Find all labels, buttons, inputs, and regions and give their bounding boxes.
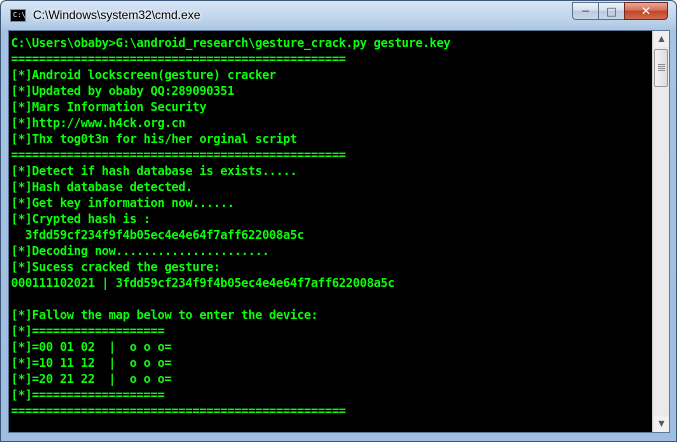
console-line: 3fdd59cf234f9f4b05ec4e4e64f7aff622008a5c <box>11 228 304 242</box>
console-line: [*]Thx tog0t3n for his/her orginal scrip… <box>11 132 297 146</box>
console-line: [*]Fallow the map below to enter the dev… <box>11 308 318 322</box>
minimize-button[interactable]: ─ <box>572 2 598 20</box>
console-line: [*]http://www.h4ck.org.cn <box>11 116 186 130</box>
console-output[interactable]: C:\Users\obaby>G:\android_research\gestu… <box>9 31 652 432</box>
console-line: [*]Crypted hash is : <box>11 212 151 226</box>
console-line: C:\Users\obaby>G:\android_research\gestu… <box>11 36 451 50</box>
scroll-up-arrow-icon[interactable]: ▲ <box>654 31 669 47</box>
console-line: 000111102021 | 3fdd59cf234f9f4b05ec4e4e6… <box>11 276 395 290</box>
title-bar[interactable]: C:\ C:\Windows\system32\cmd.exe ─ □ ✕ <box>1 1 676 31</box>
console-line: [*]Updated by obaby QQ:289090351 <box>11 84 235 98</box>
console-line: [*]=================== <box>11 388 165 402</box>
caption-buttons: ─ □ ✕ <box>572 2 668 21</box>
scroll-down-arrow-icon[interactable]: ▼ <box>654 416 669 432</box>
console-line: ========================================… <box>11 52 346 66</box>
console-line: [*]Mars Information Security <box>11 100 207 114</box>
console-line: [*]=================== <box>11 324 165 338</box>
console-line: [*]=10 11 12 | o o o= <box>11 356 172 370</box>
console-line: [*]Hash database detected. <box>11 180 193 194</box>
scrollbar-grip-icon <box>658 64 665 71</box>
console-frame: C:\Users\obaby>G:\android_research\gestu… <box>8 30 670 433</box>
console-line: [*]Android lockscreen(gesture) cracker <box>11 68 277 82</box>
console-line: ========================================… <box>11 148 346 162</box>
cmd-window: C:\ C:\Windows\system32\cmd.exe ─ □ ✕ C:… <box>0 0 677 442</box>
close-button[interactable]: ✕ <box>624 2 668 20</box>
console-line: [*]Detect if hash database is exists....… <box>11 164 297 178</box>
cmd-icon[interactable]: C:\ <box>10 9 26 22</box>
console-line: [*]=20 21 22 | o o o= <box>11 372 172 386</box>
console-line: [*]Get key information now...... <box>11 196 235 210</box>
window-title: C:\Windows\system32\cmd.exe <box>33 8 201 22</box>
console-line: [*]=00 01 02 | o o o= <box>11 340 172 354</box>
console-line: ========================================… <box>11 404 346 418</box>
maximize-button[interactable]: □ <box>598 2 624 20</box>
scrollbar-thumb[interactable] <box>654 49 668 87</box>
console-line: [*]Sucess cracked the gesture: <box>11 260 221 274</box>
vertical-scrollbar[interactable]: ▲ ▼ <box>652 31 669 432</box>
console-line: [*]Decoding now...................... <box>11 244 270 258</box>
